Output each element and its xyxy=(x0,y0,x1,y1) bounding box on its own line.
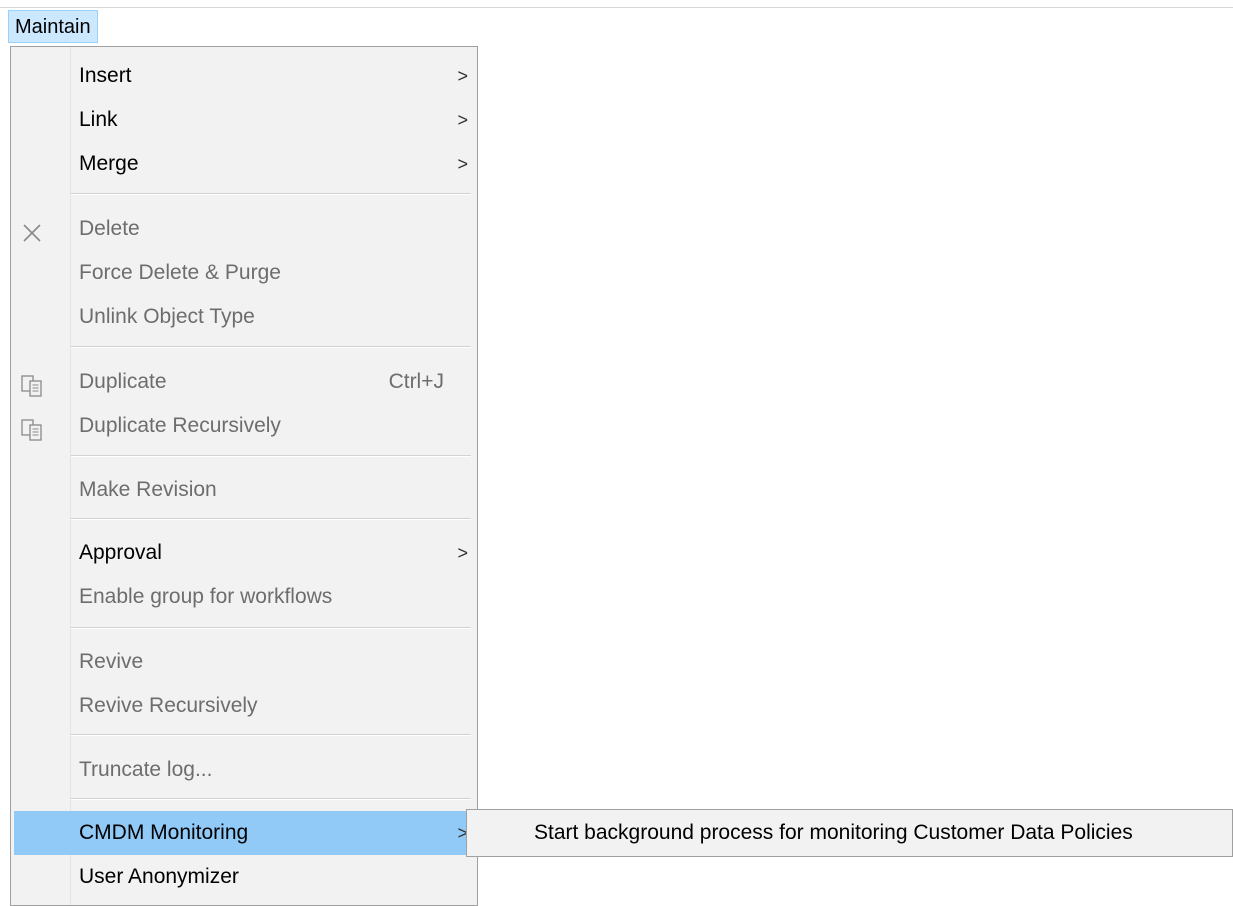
menu-item-label: Revive Recursively xyxy=(79,694,258,717)
menu-item-label: Delete xyxy=(79,217,140,240)
menu-item-approval[interactable]: Approval > xyxy=(14,531,474,575)
menu-item-label: Merge xyxy=(79,152,139,175)
menubar-maintain-label: Maintain xyxy=(15,16,91,38)
menu-item-unlink-object-type[interactable]: Unlink Object Type xyxy=(14,295,474,339)
menu-item-label: Duplicate Recursively xyxy=(79,414,281,437)
cmdm-monitoring-submenu: Start background process for monitoring … xyxy=(466,809,1233,857)
menu-item-label: Force Delete & Purge xyxy=(79,261,281,284)
menu-item-label: CMDM Monitoring xyxy=(79,821,249,844)
menu-item-cmdm-monitoring[interactable]: CMDM Monitoring > xyxy=(14,811,474,855)
menu-item-label: Duplicate xyxy=(79,370,167,393)
menu-separator xyxy=(71,193,471,195)
menu-item-label: Make Revision xyxy=(79,478,217,501)
menu-item-label: Enable group for workflows xyxy=(79,585,333,608)
duplicate-icon xyxy=(20,370,44,397)
menu-item-truncate-log[interactable]: Truncate log... xyxy=(14,748,474,792)
menu-item-label: Approval xyxy=(79,541,162,564)
menu-separator xyxy=(71,627,471,629)
menu-item-revive-recursively[interactable]: Revive Recursively xyxy=(14,684,474,728)
menubar-maintain[interactable]: Maintain xyxy=(8,10,98,43)
menu-item-label: User Anonymizer xyxy=(79,865,239,888)
menu-item-duplicate[interactable]: Duplicate Ctrl+J xyxy=(14,360,474,404)
menubar-divider xyxy=(0,7,1233,8)
menu-item-make-revision[interactable]: Make Revision xyxy=(14,468,474,512)
menu-item-insert[interactable]: Insert > xyxy=(14,54,474,98)
maintain-menu: Insert > Link > Merge > Delete Force Del… xyxy=(10,46,478,906)
submenu-arrow-icon: > xyxy=(457,110,468,130)
submenu-item-start-background-process[interactable]: Start background process for monitoring … xyxy=(467,810,1232,856)
menu-separator xyxy=(71,734,471,736)
menu-item-label: Link xyxy=(79,108,118,131)
menu-separator xyxy=(71,798,471,800)
menu-item-enable-group[interactable]: Enable group for workflows xyxy=(14,575,474,619)
menu-separator xyxy=(71,455,471,457)
menu-item-delete[interactable]: Delete xyxy=(14,207,474,251)
duplicate-recursive-icon xyxy=(20,414,44,441)
menu-item-label: Truncate log... xyxy=(79,758,213,781)
submenu-arrow-icon: > xyxy=(457,66,468,86)
menu-item-revive[interactable]: Revive xyxy=(14,640,474,684)
menu-item-link[interactable]: Link > xyxy=(14,98,474,142)
menu-item-label: Insert xyxy=(79,64,132,87)
menu-item-merge[interactable]: Merge > xyxy=(14,142,474,186)
delete-x-icon xyxy=(20,217,44,242)
menu-separator xyxy=(71,518,471,520)
submenu-item-label: Start background process for monitoring … xyxy=(534,821,1133,844)
menu-separator xyxy=(71,346,471,348)
menu-item-force-delete[interactable]: Force Delete & Purge xyxy=(14,251,474,295)
shortcut-label: Ctrl+J xyxy=(388,370,444,393)
menu-item-user-anonymizer[interactable]: User Anonymizer xyxy=(14,855,474,899)
submenu-arrow-icon: > xyxy=(457,543,468,563)
menu-item-duplicate-recursively[interactable]: Duplicate Recursively xyxy=(14,404,474,448)
menu-item-label: Unlink Object Type xyxy=(79,305,255,328)
submenu-arrow-icon: > xyxy=(457,154,468,174)
menu-item-label: Revive xyxy=(79,650,144,673)
